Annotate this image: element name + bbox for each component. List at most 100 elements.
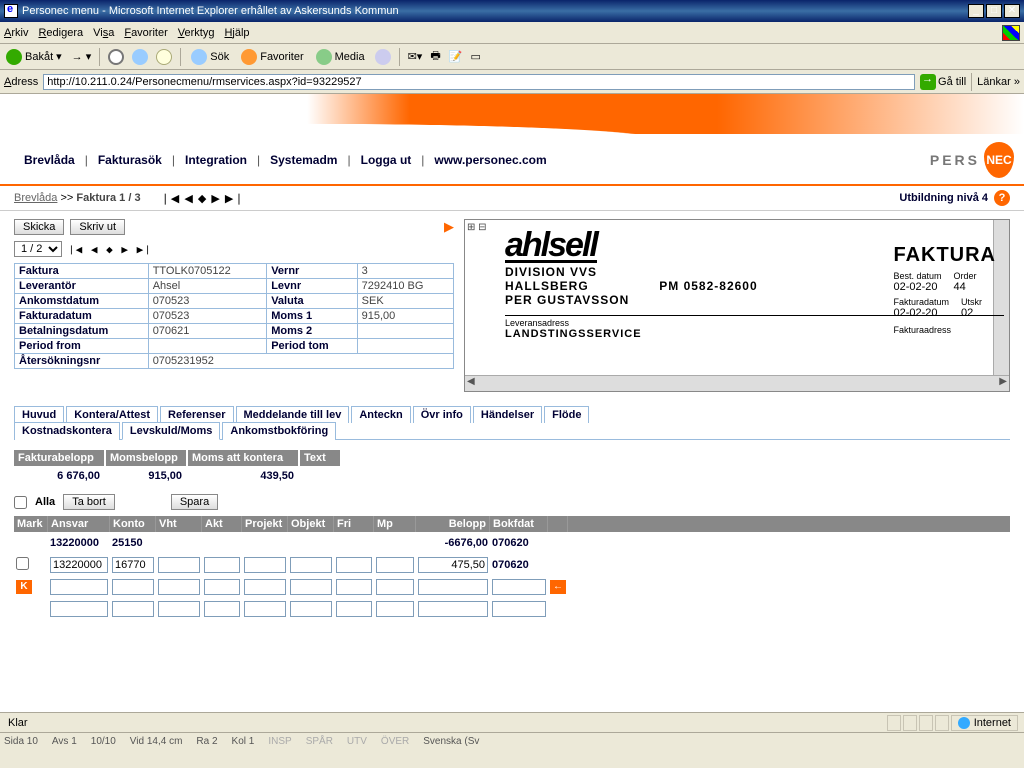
tab-referenser[interactable]: Referenser xyxy=(160,406,233,423)
logo-text: PERS xyxy=(930,152,980,168)
grid-row-1: 13220000 25150 -6676,00 070620 xyxy=(14,532,1010,554)
row3-mp[interactable] xyxy=(376,579,414,595)
wb-kol: Kol 1 xyxy=(232,736,255,747)
stop-icon[interactable] xyxy=(108,49,124,65)
row3-proj[interactable] xyxy=(244,579,286,595)
flag-icon[interactable]: ▶ xyxy=(444,219,454,235)
row2-mp[interactable] xyxy=(376,557,414,573)
menu-visa[interactable]: Visa xyxy=(93,27,114,39)
row2-ansvar[interactable] xyxy=(50,557,108,573)
minimize-button[interactable]: _ xyxy=(968,4,984,18)
window-title: Personec menu - Microsoft Internet Explo… xyxy=(22,5,968,17)
row4-belopp[interactable] xyxy=(418,601,488,617)
links-button[interactable]: Länkar » xyxy=(977,76,1020,88)
skicka-button[interactable]: Skicka xyxy=(14,219,64,235)
tab-kontera[interactable]: Kontera/Attest xyxy=(66,406,158,423)
row2-vht[interactable] xyxy=(158,557,200,573)
forward-arrow[interactable]: → ▾ xyxy=(72,50,92,63)
row3-belopp[interactable] xyxy=(418,579,488,595)
row2-mark[interactable] xyxy=(16,557,29,570)
home-icon[interactable] xyxy=(156,49,172,65)
nav-integration[interactable]: Integration xyxy=(175,153,257,167)
row2-proj[interactable] xyxy=(244,557,286,573)
row3-obj[interactable] xyxy=(290,579,332,595)
nav-fakturasok[interactable]: Fakturasök xyxy=(88,153,172,167)
wb-sida: Sida 10 xyxy=(4,736,38,747)
row2-belopp[interactable] xyxy=(418,557,488,573)
tab-levskuld[interactable]: Levskuld/Moms xyxy=(122,422,221,440)
page-select[interactable]: 1 / 2 xyxy=(14,241,62,257)
scan-brand: ahlsell xyxy=(505,230,597,263)
tab-flode[interactable]: Flöde xyxy=(544,406,589,423)
row4-vht[interactable] xyxy=(158,601,200,617)
row3-vht[interactable] xyxy=(158,579,200,595)
tab-ovrinfo[interactable]: Övr info xyxy=(413,406,471,423)
grid-row-2: 070620 xyxy=(14,554,1010,576)
maximize-button[interactable]: □ xyxy=(986,4,1002,18)
discuss-icon[interactable]: ▭ xyxy=(470,50,480,63)
row4-mp[interactable] xyxy=(376,601,414,617)
wb-tot: 10/10 xyxy=(91,736,116,747)
refresh-icon[interactable] xyxy=(132,49,148,65)
close-button[interactable]: ✕ xyxy=(1004,4,1020,18)
row2-fri[interactable] xyxy=(336,557,372,573)
skrivut-button[interactable]: Skriv ut xyxy=(70,219,125,235)
row3-konto[interactable] xyxy=(112,579,154,595)
tab-handelser[interactable]: Händelser xyxy=(473,406,542,423)
row2-akt[interactable] xyxy=(204,557,240,573)
row4-proj[interactable] xyxy=(244,601,286,617)
mail-icon[interactable]: ✉▾ xyxy=(408,50,423,63)
edit-icon[interactable]: 📝 xyxy=(449,50,463,63)
help-icon[interactable]: ? xyxy=(994,190,1010,206)
spara-button[interactable]: Spara xyxy=(171,494,218,510)
row4-konto[interactable] xyxy=(112,601,154,617)
row4-akt[interactable] xyxy=(204,601,240,617)
menu-verktyg[interactable]: Verktyg xyxy=(178,27,215,39)
expand-icon[interactable]: ⊞ xyxy=(467,222,475,233)
arrow-badge-icon[interactable]: ← xyxy=(550,580,566,594)
print-icon[interactable]: 🖶 xyxy=(430,47,440,66)
row2-obj[interactable] xyxy=(290,557,332,573)
menu-arkiv[interactable]: AArkivrkiv xyxy=(4,27,28,39)
favorites-button[interactable]: Favoriter xyxy=(239,49,305,65)
tab-anteckn[interactable]: Anteckn xyxy=(351,406,410,423)
row3-ansvar[interactable] xyxy=(50,579,108,595)
collapse-icon[interactable]: ⊟ xyxy=(478,222,486,233)
row4-bokf[interactable] xyxy=(492,601,546,617)
tab-ankomst[interactable]: Ankomstbokföring xyxy=(222,422,336,440)
grid-header: Mark Ansvar Konto Vht Akt Projekt Objekt… xyxy=(14,516,1010,532)
row2-konto[interactable] xyxy=(112,557,154,573)
go-button[interactable]: Gå till xyxy=(920,74,966,90)
search-button[interactable]: Sök xyxy=(189,49,231,65)
row4-ansvar[interactable] xyxy=(50,601,108,617)
tab-kostnads[interactable]: Kostnadskontera xyxy=(14,422,120,440)
k-badge-icon[interactable]: K xyxy=(16,580,32,594)
status-internet: Internet xyxy=(951,715,1018,731)
menu-favoriter[interactable]: Favoriter xyxy=(124,27,167,39)
menu-redigera[interactable]: Redigera xyxy=(38,27,83,39)
wb-insp: INSP xyxy=(268,736,291,747)
back-button[interactable]: Bakåt ▾ xyxy=(4,49,64,65)
alla-checkbox[interactable] xyxy=(14,496,27,509)
nav-loggaut[interactable]: Logga ut xyxy=(351,153,422,167)
row3-akt[interactable] xyxy=(204,579,240,595)
address-input[interactable] xyxy=(43,74,915,90)
bc-brevlada[interactable]: Brevlåda xyxy=(14,192,57,204)
wb-spar: SPÅR xyxy=(306,736,333,747)
bc-pager[interactable]: ❘◀ ◀ ◆ ▶ ▶❘ xyxy=(161,192,245,205)
media-button[interactable]: Media xyxy=(314,49,367,65)
menu-hjalp[interactable]: Hjälp xyxy=(224,27,249,39)
row3-fri[interactable] xyxy=(336,579,372,595)
tab-meddelande[interactable]: Meddelande till lev xyxy=(236,406,350,423)
nav-brevlada[interactable]: Brevlåda xyxy=(14,153,85,167)
nav-personec[interactable]: www.personec.com xyxy=(424,153,556,167)
history-icon[interactable] xyxy=(375,49,391,65)
row4-fri[interactable] xyxy=(336,601,372,617)
nav-systemadm[interactable]: Systemadm xyxy=(260,153,347,167)
row3-bokf[interactable] xyxy=(492,579,546,595)
tabort-button[interactable]: Ta bort xyxy=(63,494,115,510)
row4-obj[interactable] xyxy=(290,601,332,617)
scan-hscroll[interactable] xyxy=(465,375,1009,391)
page-arrows[interactable]: ❘◀ ◀ ◆ ▶ ▶❘ xyxy=(68,243,152,256)
tab-huvud[interactable]: Huvud xyxy=(14,406,64,423)
